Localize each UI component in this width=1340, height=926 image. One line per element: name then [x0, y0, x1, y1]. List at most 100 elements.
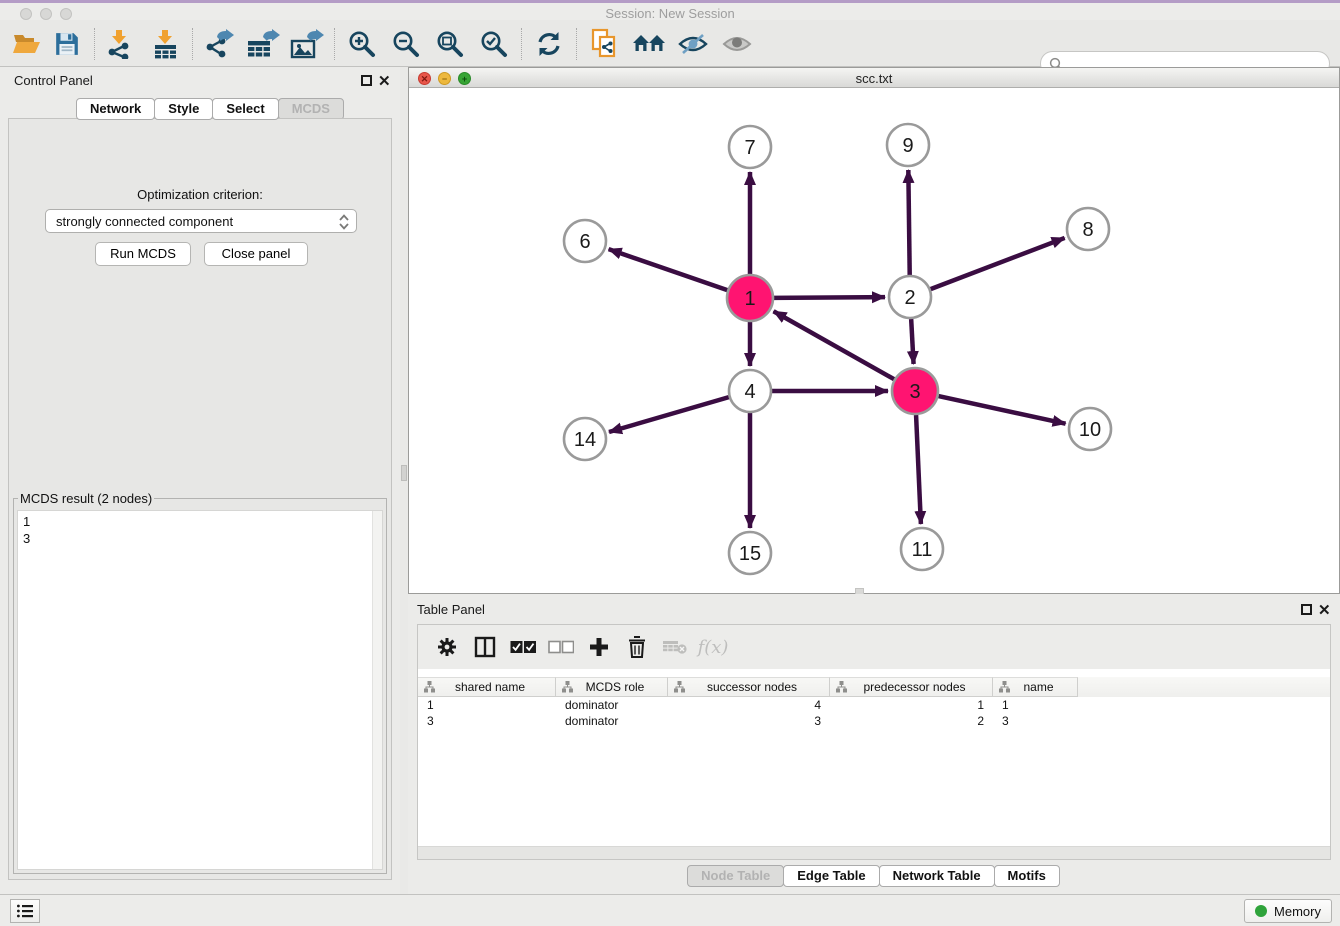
table-cell[interactable]: 4 [668, 697, 830, 713]
show-eye-icon[interactable] [720, 28, 754, 60]
neighbors-houses-icon[interactable] [632, 28, 666, 60]
settings-gear-icon[interactable] [428, 632, 466, 662]
criterion-dropdown[interactable]: strongly connected component [45, 209, 357, 233]
table-cell[interactable]: 2 [830, 713, 993, 729]
tab-mcds[interactable]: MCDS [278, 98, 344, 120]
memory-label: Memory [1274, 904, 1321, 919]
network-canvas[interactable]: 7 9 6 8 1 2 4 3 14 10 15 11 [409, 88, 1339, 593]
table-cell[interactable]: dominator [556, 713, 668, 729]
delete-table-icon [656, 632, 694, 662]
column-header-name[interactable]: name [993, 677, 1078, 697]
delete-trash-icon[interactable] [618, 632, 656, 662]
save-icon[interactable] [50, 28, 84, 60]
export-network-icon[interactable] [202, 28, 236, 60]
column-header-MCDS-role[interactable]: MCDS role [556, 677, 668, 697]
table-row[interactable]: 1dominator411 [418, 697, 1330, 713]
open-folder-icon[interactable] [10, 28, 44, 60]
column-type-icon [674, 681, 685, 693]
mcds-result-area[interactable]: 1 3 [17, 510, 383, 870]
task-list-button[interactable] [10, 899, 40, 923]
vertical-splitter[interactable] [400, 67, 408, 894]
hide-eye-slash-icon[interactable] [676, 28, 710, 60]
graph-node-7[interactable]: 7 [729, 126, 771, 168]
close-table-panel-icon[interactable]: ✕ [1318, 601, 1331, 619]
tab-edge-table[interactable]: Edge Table [783, 865, 879, 887]
export-image-icon[interactable] [290, 28, 324, 60]
table-cell[interactable]: dominator [556, 697, 668, 713]
graph-edge-3-10[interactable] [938, 396, 1065, 424]
graph-edge-1-2[interactable] [774, 297, 885, 298]
toolbar-separator [334, 28, 335, 60]
export-table-icon[interactable] [246, 28, 280, 60]
column-type-icon [836, 681, 847, 693]
table-cell[interactable]: 3 [668, 713, 830, 729]
table-cell[interactable]: 1 [418, 697, 556, 713]
tab-style[interactable]: Style [154, 98, 213, 120]
graph-node-3[interactable]: 3 [892, 368, 938, 414]
table-cell[interactable]: 3 [418, 713, 556, 729]
graph-node-10[interactable]: 10 [1069, 408, 1111, 450]
graph-edge-2-9[interactable] [908, 170, 909, 275]
table-cell[interactable]: 3 [993, 713, 1078, 729]
network-window-titlebar[interactable]: ✕ − + scc.txt [409, 68, 1339, 88]
table-row[interactable]: 3dominator323 [418, 713, 1330, 729]
graph-node-label: 3 [909, 381, 920, 403]
memory-button[interactable]: Memory [1244, 899, 1332, 923]
column-header-successor-nodes[interactable]: successor nodes [668, 677, 830, 697]
network-graph[interactable]: 7 9 6 8 1 2 4 3 14 10 15 11 [409, 88, 1339, 593]
tab-select[interactable]: Select [212, 98, 278, 120]
tab-network[interactable]: Network [76, 98, 155, 120]
graph-edge-4-14[interactable] [609, 397, 729, 432]
control-panel-title: Control Panel [14, 73, 93, 88]
graph-node-9[interactable]: 9 [887, 124, 929, 166]
zoom-in-icon[interactable] [345, 28, 379, 60]
float-panel-icon[interactable] [361, 75, 372, 86]
graph-node-6[interactable]: 6 [564, 220, 606, 262]
graph-node-label: 14 [574, 429, 596, 451]
refresh-layout-icon[interactable] [532, 28, 566, 60]
column-header-shared-name[interactable]: shared name [418, 677, 556, 697]
graph-node-11[interactable]: 11 [901, 528, 943, 570]
close-panel-icon[interactable]: ✕ [378, 72, 391, 90]
graph-node-2[interactable]: 2 [889, 276, 931, 318]
float-table-panel-icon[interactable] [1301, 604, 1312, 615]
control-panel: Control Panel ✕ NetworkStyleSelectMCDS O… [0, 67, 400, 894]
result-scrollbar[interactable] [372, 511, 382, 869]
close-panel-button[interactable]: Close panel [204, 242, 308, 266]
add-column-plus-icon[interactable] [580, 632, 618, 662]
graph-node-14[interactable]: 14 [564, 418, 606, 460]
run-mcds-button[interactable]: Run MCDS [95, 242, 191, 266]
import-network-icon[interactable] [102, 28, 136, 60]
table-header-row: shared nameMCDS rolesuccessor nodesprede… [418, 677, 1330, 697]
graph-node-label: 9 [902, 135, 913, 157]
splitter-grip[interactable] [401, 465, 407, 481]
graph-edge-1-6[interactable] [609, 249, 728, 290]
tab-node-table[interactable]: Node Table [687, 865, 784, 887]
graph-edge-3-11[interactable] [916, 415, 921, 524]
table-cell[interactable]: 1 [993, 697, 1078, 713]
graph-node-label: 15 [739, 543, 761, 565]
zoom-fit-icon[interactable] [433, 28, 467, 60]
copy-network-documents-icon[interactable] [588, 28, 622, 60]
tab-motifs[interactable]: Motifs [994, 865, 1060, 887]
network-window: ✕ − + scc.txt 7 9 6 8 1 2 4 3 14 10 15 11 [408, 67, 1340, 594]
import-table-icon[interactable] [148, 28, 182, 60]
deselect-all-checkboxes-icon[interactable] [542, 632, 580, 662]
graph-node-8[interactable]: 8 [1067, 208, 1109, 250]
column-header-predecessor-nodes[interactable]: predecessor nodes [830, 677, 993, 697]
zoom-selected-icon[interactable] [477, 28, 511, 60]
graph-edge-3-1[interactable] [774, 311, 895, 379]
graph-edge-2-3[interactable] [911, 319, 913, 364]
zoom-out-icon[interactable] [389, 28, 423, 60]
graph-edge-2-8[interactable] [931, 238, 1065, 289]
graph-node-4[interactable]: 4 [729, 370, 771, 412]
select-all-checkboxes-icon[interactable] [504, 632, 542, 662]
toolbar-separator [192, 28, 193, 60]
split-columns-icon[interactable] [466, 632, 504, 662]
table-panel: Table Panel ✕ [408, 594, 1340, 894]
graph-node-15[interactable]: 15 [729, 532, 771, 574]
tab-network-table[interactable]: Network Table [879, 865, 995, 887]
graph-node-1[interactable]: 1 [727, 275, 773, 321]
table-cell[interactable]: 1 [830, 697, 993, 713]
dropdown-stepper-icon [338, 213, 350, 234]
